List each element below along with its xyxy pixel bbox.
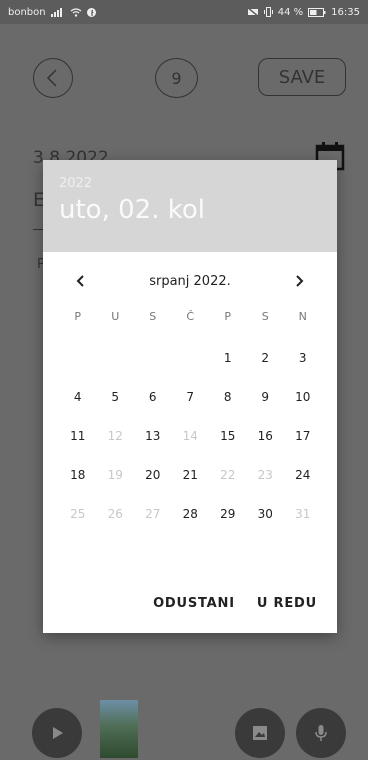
weekday-header: P U S Č P S N [59, 310, 322, 323]
day-cell[interactable]: 11 [59, 429, 97, 443]
day-cell[interactable]: 9 [247, 390, 285, 404]
day-cell[interactable]: 5 [97, 390, 135, 404]
chevron-right-icon [296, 274, 304, 287]
weekday-label: P [224, 310, 232, 323]
mute-icon [246, 7, 259, 17]
calendar-week: 4 5 6 7 8 9 10 [59, 377, 322, 416]
battery-percent: 44 % [277, 6, 304, 18]
day-cell: 22 [220, 467, 236, 482]
next-month-button[interactable] [289, 272, 309, 291]
day-cell[interactable]: 4 [59, 390, 97, 404]
image-icon [253, 726, 267, 740]
day-cell[interactable]: 2 [247, 351, 285, 365]
day-cell: 12 [107, 428, 123, 443]
day-cell[interactable]: 6 [134, 390, 172, 404]
month-label: srpanj 2022. [149, 273, 231, 289]
status-bar: bonbon 44 % 16:35 [0, 0, 368, 24]
note-count-badge[interactable]: 9 [155, 58, 198, 98]
clock: 16:35 [331, 6, 360, 18]
day-cell[interactable]: 15 [209, 429, 247, 443]
weekday-label: P [74, 310, 82, 323]
weekday-label: U [111, 310, 120, 323]
day-cell[interactable]: 7 [172, 390, 210, 404]
picker-selected-date: uto, 02. kol [59, 195, 205, 225]
carrier-name: bonbon [8, 6, 46, 18]
signal-icon [50, 7, 62, 17]
calendar-week: 25 26 27 28 29 30 31 [59, 494, 322, 533]
day-cell: 23 [257, 467, 273, 482]
wifi-icon [70, 7, 82, 17]
day-cell: 25 [70, 506, 86, 521]
day-cell[interactable]: 8 [209, 390, 247, 404]
battery-icon [308, 7, 326, 17]
back-button[interactable] [33, 58, 73, 98]
day-cell[interactable]: 28 [172, 507, 210, 521]
calendar-week: 123 [59, 338, 322, 377]
record-audio-button[interactable] [296, 708, 346, 758]
day-grid: 1 2 3 4 5 6 7 8 9 10 11 12 13 14 15 16 17 18 19 20 21 22 23 24 2… [59, 338, 322, 533]
day-cell[interactable]: 13 [134, 429, 172, 443]
day-cell[interactable]: 16 [247, 429, 285, 443]
day-cell[interactable]: 24 [284, 468, 322, 482]
day-cell[interactable]: 3 [284, 351, 322, 365]
save-button[interactable]: SAVE [258, 58, 346, 96]
facebook-icon [86, 7, 96, 17]
day-cell[interactable]: 10 [284, 390, 322, 404]
save-label: SAVE [278, 66, 326, 88]
day-cell[interactable]: 1 [209, 351, 247, 365]
prev-month-button[interactable] [71, 272, 91, 291]
day-cell[interactable]: 17 [284, 429, 322, 443]
weekday-label: N [298, 310, 307, 323]
day-cell[interactable]: 20 [134, 468, 172, 482]
calendar-week: 18 19 20 21 22 23 24 [59, 455, 322, 494]
vibrate-icon [263, 7, 273, 17]
cancel-button[interactable]: ODUSTANI [153, 596, 235, 611]
date-picker-dialog: 2022 uto, 02. kol srpanj 2022. P U S Č P… [43, 160, 337, 633]
chevron-left-icon [46, 69, 57, 87]
day-cell[interactable]: 21 [172, 468, 210, 482]
add-image-button[interactable] [235, 708, 285, 758]
day-cell: 26 [107, 506, 123, 521]
photo-thumbnail[interactable] [100, 700, 138, 758]
play-icon [53, 727, 63, 739]
weekday-label: S [261, 310, 269, 323]
picker-year[interactable]: 2022 [59, 176, 321, 191]
day-cell: 19 [107, 467, 123, 482]
ok-button[interactable]: U REDU [257, 596, 317, 611]
calendar-week: 11 12 13 14 15 16 17 [59, 416, 322, 455]
weekday-label: S [149, 310, 157, 323]
dialog-actions: ODUSTANI U REDU [153, 596, 317, 611]
day-cell[interactable]: 29 [209, 507, 247, 521]
date-picker-header: 2022 uto, 02. kol [43, 160, 337, 252]
month-navigation: srpanj 2022. [43, 264, 337, 298]
note-count: 9 [171, 68, 182, 88]
day-cell: 14 [182, 428, 198, 443]
microphone-icon [315, 725, 327, 741]
play-button[interactable] [32, 708, 82, 758]
day-cell: 31 [295, 506, 311, 521]
day-cell[interactable]: 18 [59, 468, 97, 482]
day-cell: 27 [145, 506, 161, 521]
day-cell[interactable]: 30 [247, 507, 285, 521]
chevron-left-icon [76, 274, 84, 287]
weekday-label: Č [186, 310, 195, 323]
